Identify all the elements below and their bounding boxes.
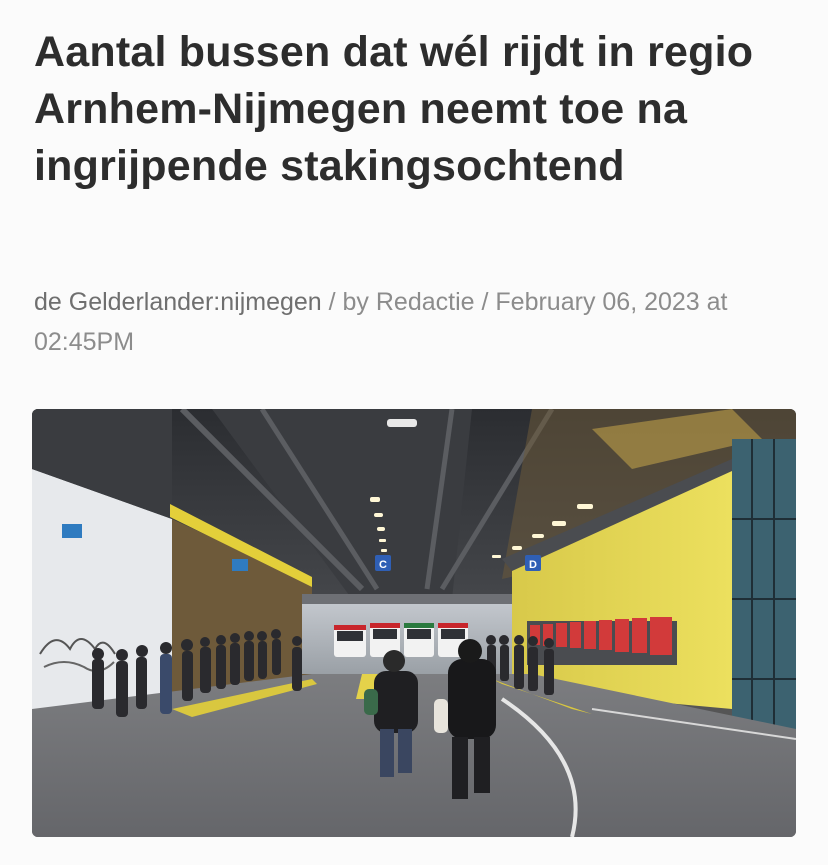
article-photo[interactable]: C D — [32, 409, 796, 837]
meta-separator: / — [321, 288, 343, 316]
bus-station-illustration: C D — [32, 409, 796, 837]
article-headline[interactable]: Aantal bussen dat wél rijdt in regio Arn… — [34, 24, 804, 195]
meta-separator: / — [474, 288, 496, 316]
article: Aantal bussen dat wél rijdt in regio Arn… — [0, 0, 828, 865]
article-author: by Redactie — [342, 288, 475, 316]
platform-sign-d-label: D — [529, 559, 537, 571]
glass-facade — [732, 439, 796, 739]
article-source[interactable]: de Gelderlander:nijmegen — [34, 288, 322, 316]
platform-sign-c-label: C — [379, 559, 387, 571]
article-meta: de Gelderlander:nijmegen / by Redactie /… — [34, 282, 794, 362]
